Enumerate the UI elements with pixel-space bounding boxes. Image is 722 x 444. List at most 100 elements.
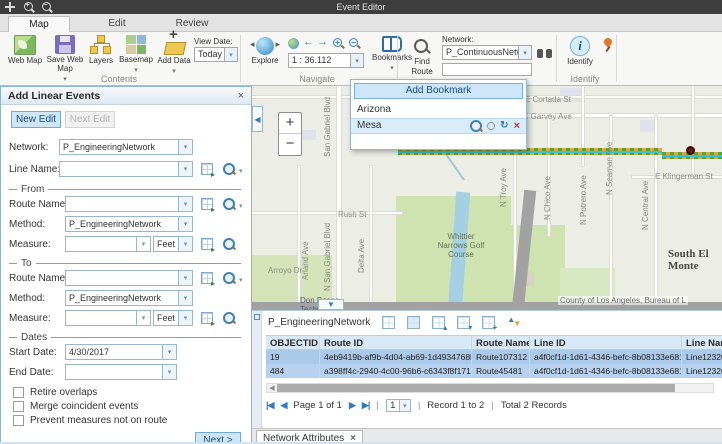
from-route-name-select[interactable] (65, 196, 193, 212)
sort-icon[interactable] (507, 316, 520, 329)
prevent-measures-checkbox[interactable]: Prevent measures not on route (13, 415, 167, 426)
new-edit-button[interactable]: New Edit (11, 111, 61, 128)
map-zoom-out-button[interactable]: − (279, 134, 301, 155)
next-page-icon[interactable]: ▶ (349, 400, 355, 411)
pushpin-icon[interactable] (600, 37, 614, 53)
chevron-down-icon[interactable] (239, 165, 243, 176)
horizontal-scrollbar[interactable]: ◀ (266, 383, 714, 393)
record-range-label: Record 1 to 2 (427, 400, 484, 411)
table-strip-icon[interactable] (254, 314, 260, 320)
measure-on-map-icon[interactable] (201, 312, 213, 324)
binoculars-icon[interactable] (537, 47, 552, 58)
from-measure-input[interactable] (65, 236, 151, 252)
merge-coincident-checkbox[interactable]: Merge coincident events (13, 401, 138, 412)
select-line-on-map-icon[interactable] (201, 163, 213, 175)
column-header[interactable]: Route ID (320, 335, 472, 350)
tab-map[interactable]: Map (8, 16, 70, 32)
select-route-on-map-icon[interactable] (201, 198, 213, 210)
close-icon[interactable]: × (238, 90, 244, 102)
to-measure-unit-select[interactable]: Feet (153, 310, 193, 326)
identify-button[interactable]: i Identify (562, 36, 598, 66)
view-date-select[interactable]: Today (194, 47, 238, 62)
building-block (300, 130, 316, 140)
zoom-in-tool-icon[interactable]: + (333, 38, 344, 49)
chevron-down-icon[interactable] (239, 200, 243, 211)
zoom-out-tool-icon[interactable]: − (349, 38, 360, 49)
chevron-down-icon (179, 139, 193, 155)
bookmark-item-mesa[interactable]: Mesa (351, 118, 526, 134)
add-bookmark-button[interactable]: Add Bookmark (354, 83, 523, 99)
first-page-icon[interactable]: |◀ (266, 400, 273, 411)
chevron-down-icon[interactable] (239, 274, 243, 285)
find-route-button[interactable]: Find Route (406, 38, 438, 76)
select-features-icon[interactable] (382, 316, 395, 329)
table-row[interactable]: 19 4eb9419b-af9b-4d04-ab69-1d4934768b2b … (266, 350, 722, 364)
attribute-table-icon[interactable] (407, 316, 420, 329)
tab-network-attributes[interactable]: Network Attributes × (256, 430, 363, 444)
related-records-down-icon[interactable] (457, 316, 470, 329)
add-selection-icon[interactable] (482, 316, 495, 329)
prev-page-icon[interactable]: ◀ (280, 400, 286, 411)
title-bar: + − Event Editor (0, 0, 722, 14)
basemap-button[interactable]: Basemap (118, 35, 154, 75)
last-page-icon[interactable]: ▶| (362, 400, 369, 411)
end-date-input[interactable] (65, 364, 177, 380)
column-header[interactable]: OBJECTID (266, 335, 320, 350)
route-search-input[interactable] (442, 63, 532, 76)
explore-button[interactable]: Explore (248, 37, 282, 65)
table-row[interactable]: 484 a398ff4c-2940-4c00-96b6-c6343f8f1711… (266, 364, 722, 378)
refresh-bookmark-icon[interactable] (500, 118, 508, 134)
delete-bookmark-icon[interactable] (514, 118, 520, 135)
zoom-to-measure-icon[interactable] (223, 238, 235, 250)
layers-button[interactable]: Layers (86, 35, 116, 65)
zoom-to-measure-icon[interactable] (223, 312, 235, 324)
measure-on-map-icon[interactable] (201, 238, 213, 250)
network-select[interactable]: P_ContinuousNetwork (442, 45, 532, 60)
map-label: Delta Ave (357, 239, 366, 273)
web-map-button[interactable]: Web Map (6, 35, 44, 65)
scroll-left-icon[interactable]: ◀ (267, 384, 277, 392)
page-number-select[interactable]: 1 (386, 399, 411, 412)
select-route-on-map-icon[interactable] (201, 272, 213, 284)
column-header[interactable]: Route Name (472, 335, 530, 350)
column-header[interactable]: Line Name (682, 335, 722, 350)
scrollbar-thumb[interactable] (277, 384, 675, 392)
scale-select[interactable]: 1 : 36.112 (288, 53, 364, 68)
zoom-to-line-icon[interactable] (223, 163, 235, 175)
column-header[interactable]: Line ID (530, 335, 682, 350)
basemap-icon (126, 35, 146, 54)
to-route-name-select[interactable] (65, 270, 193, 286)
chevron-down-icon (400, 399, 411, 412)
full-extent-icon[interactable] (288, 38, 299, 49)
pan-to-bookmark-icon[interactable] (487, 122, 495, 130)
zoom-to-route-icon[interactable] (223, 272, 235, 284)
start-date-input[interactable]: 4/30/2017 (65, 344, 177, 360)
next-extent-icon[interactable]: → (317, 36, 328, 48)
next-button[interactable]: Next > (195, 432, 241, 444)
attribute-grid: OBJECTID Route ID Route Name Line ID Lin… (266, 335, 722, 378)
add-data-button[interactable]: Add Data (156, 35, 192, 76)
grid-header-row: OBJECTID Route ID Route Name Line ID Lin… (266, 335, 722, 350)
bookmark-item-arizona[interactable]: Arizona (351, 102, 526, 118)
to-method-select[interactable]: P_EngineeringNetwork (65, 290, 193, 306)
layers-icon (90, 35, 112, 55)
close-icon[interactable]: × (350, 433, 356, 444)
network-select[interactable]: P_EngineeringNetwork (59, 139, 193, 155)
map-zoom-in-button[interactable]: + (279, 113, 301, 134)
from-method-select[interactable]: P_EngineeringNetwork (65, 216, 193, 232)
method-field-label: Method: (9, 293, 45, 304)
retire-overlaps-checkbox[interactable]: Retire overlaps (13, 387, 97, 398)
previous-extent-icon[interactable]: ← (303, 36, 314, 48)
collapse-panel-left-arrow[interactable]: ◀ (252, 106, 263, 132)
identify-icon: i (570, 36, 590, 56)
tab-edit[interactable]: Edit (86, 16, 148, 32)
line-name-select[interactable] (59, 161, 193, 177)
related-records-up-icon[interactable] (432, 316, 445, 329)
from-measure-unit-select[interactable]: Feet (153, 236, 193, 252)
zoom-to-route-icon[interactable] (223, 198, 235, 210)
zoom-to-bookmark-icon[interactable] (470, 120, 482, 132)
to-measure-input[interactable] (65, 310, 151, 326)
collapse-table-down-arrow[interactable]: ▼ (318, 299, 344, 310)
map-label: N Seaman Ave (605, 142, 614, 195)
next-edit-button[interactable]: Next Edit (65, 111, 115, 128)
